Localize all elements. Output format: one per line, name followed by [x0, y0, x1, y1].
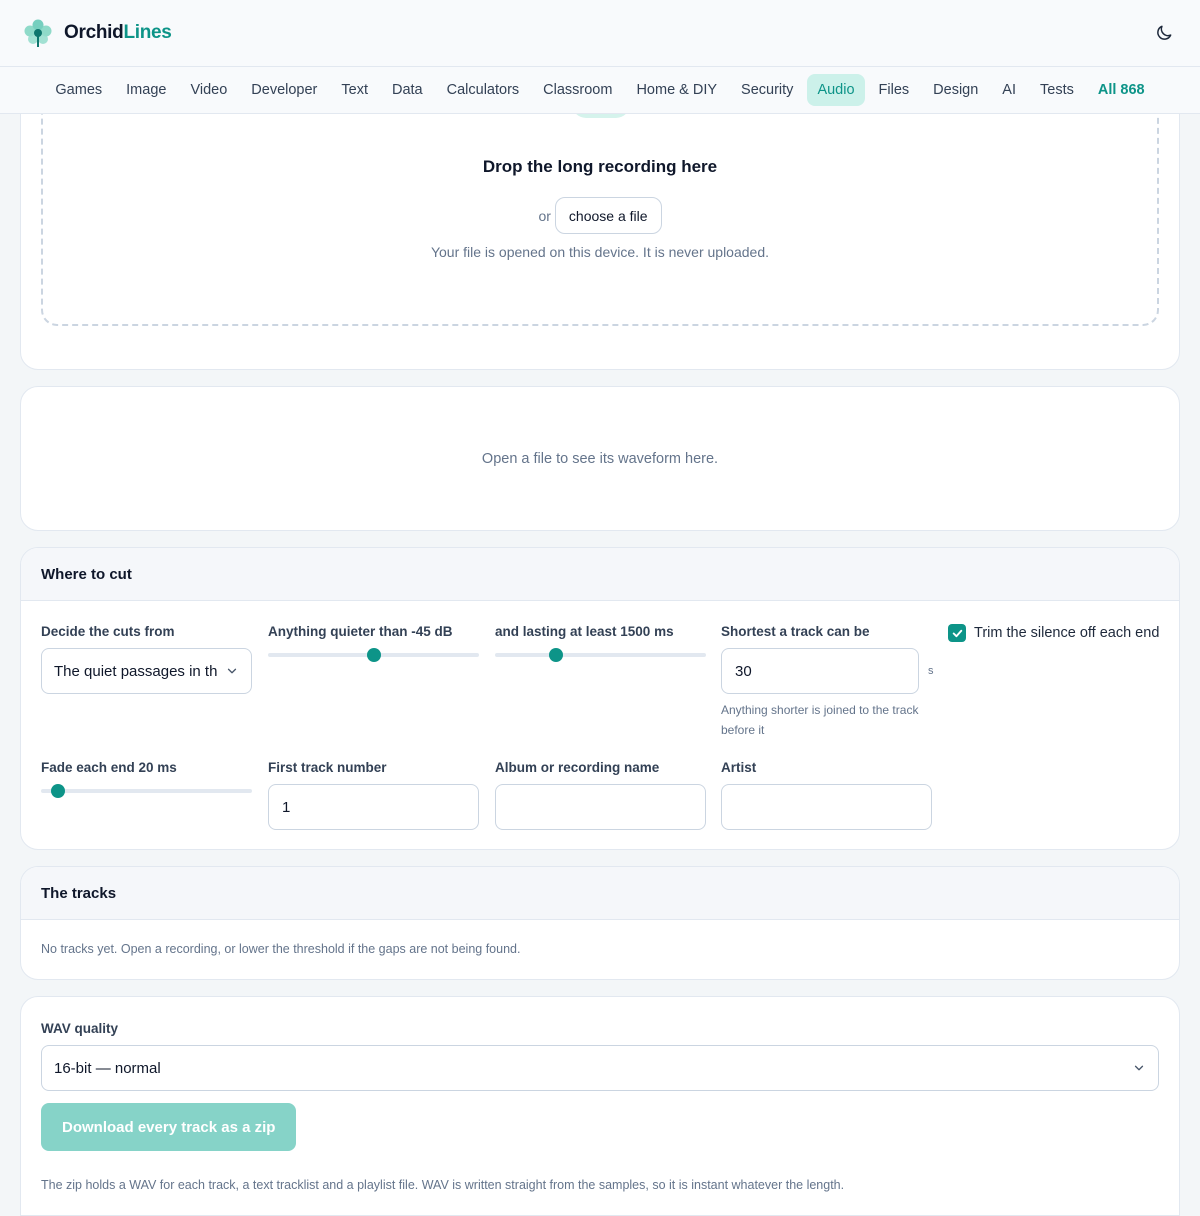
tracks-empty-text: No tracks yet. Open a recording, or lowe…	[41, 942, 521, 956]
nav-item-tests[interactable]: Tests	[1030, 74, 1084, 106]
chevron-down-icon	[227, 668, 237, 674]
nav-item-games[interactable]: Games	[45, 74, 112, 106]
moon-icon	[1157, 25, 1172, 40]
trim-checkbox[interactable]	[948, 624, 966, 642]
drop-choose-row: or choose a file	[538, 197, 662, 234]
nav-item-home-diy[interactable]: Home & DIY	[626, 74, 727, 106]
where-to-cut-card: Where to cut Decide the cuts from The qu…	[20, 547, 1180, 850]
nav-item-image[interactable]: Image	[116, 74, 176, 106]
category-nav: Games Image Video Developer Text Data Ca…	[0, 67, 1200, 114]
nav-item-design[interactable]: Design	[923, 74, 988, 106]
shortest-hint: Anything shorter is joined to the track …	[721, 703, 919, 737]
nav-item-ai[interactable]: AI	[992, 74, 1026, 106]
top-bar: OrchidLines	[0, 0, 1200, 67]
drop-title: Drop the long recording here	[482, 157, 718, 176]
brand-name-part2: Lines	[123, 22, 172, 43]
shortest-unit: s	[928, 665, 934, 677]
shortest-field: Shortest a track can be s Anything short…	[721, 624, 934, 740]
first-track-input[interactable]	[268, 784, 479, 830]
nav-item-files[interactable]: Files	[869, 74, 920, 106]
nav-item-video[interactable]: Video	[180, 74, 237, 106]
decide-select[interactable]: The quiet passages in the recording	[41, 648, 252, 694]
download-note: The zip holds a WAV for each track, a te…	[41, 1178, 845, 1192]
dropzone[interactable]: Drop the long recording here or choose a…	[41, 63, 1159, 326]
nav-item-all[interactable]: All 868	[1088, 74, 1155, 106]
wav-quality-select[interactable]: 16-bit — normal	[41, 1045, 1159, 1091]
theme-toggle-button[interactable]	[1150, 19, 1178, 47]
decide-label: Decide the cuts from	[41, 624, 175, 639]
duration-label: and lasting at least 1500 ms	[495, 624, 674, 639]
download-zip-button[interactable]: Download every track as a zip	[41, 1103, 297, 1151]
decide-select-value: The quiet passages in the recording	[54, 662, 217, 680]
fade-field: Fade each end 20 ms	[41, 760, 252, 799]
shortest-label: Shortest a track can be	[721, 624, 870, 639]
wav-quality-field: WAV quality 16-bit — normal	[41, 1021, 1159, 1091]
trim-field: Trim the silence off each end	[948, 624, 1163, 642]
orchid-logo-icon	[24, 19, 52, 47]
duration-slider-track	[495, 653, 706, 657]
chevron-down-icon	[1134, 1065, 1144, 1071]
trim-checkbox-row[interactable]: Trim the silence off each end	[948, 624, 1163, 642]
tracks-card: The tracks No tracks yet. Open a recordi…	[20, 866, 1180, 980]
shortest-input[interactable]	[721, 648, 919, 694]
choose-file-button[interactable]: choose a file	[554, 197, 662, 234]
album-field: Album or recording name	[495, 760, 706, 830]
where-to-cut-heading: Where to cut	[21, 548, 1179, 601]
fade-slider-track	[41, 789, 252, 793]
artist-label: Artist	[721, 760, 757, 775]
album-input[interactable]	[495, 784, 706, 830]
threshold-label: Anything quieter than -45 dB	[268, 624, 453, 639]
download-card: WAV quality 16-bit — normal Download eve…	[20, 996, 1180, 1216]
decide-field: Decide the cuts from The quiet passages …	[41, 624, 252, 694]
trim-label: Trim the silence off each end	[974, 625, 1160, 641]
duration-slider[interactable]	[495, 647, 706, 663]
artist-input[interactable]	[721, 784, 932, 830]
check-icon	[952, 629, 962, 637]
nav-item-calculators[interactable]: Calculators	[437, 74, 530, 106]
duration-slider-thumb[interactable]	[549, 648, 564, 662]
or-text: or	[538, 207, 551, 224]
nav-item-text[interactable]: Text	[331, 74, 378, 106]
waveform-empty-text: Open a file to see its waveform here.	[481, 450, 719, 467]
wav-quality-value: 16-bit — normal	[54, 1059, 161, 1077]
nav-item-security[interactable]: Security	[731, 74, 803, 106]
nav-item-data[interactable]: Data	[382, 74, 433, 106]
waveform-card: Open a file to see its waveform here.	[20, 386, 1180, 531]
album-label: Album or recording name	[495, 760, 660, 775]
brand-name-part1: Orchid	[64, 22, 124, 43]
duration-field: and lasting at least 1500 ms	[495, 624, 706, 663]
nav-item-developer[interactable]: Developer	[241, 74, 327, 106]
tracks-heading: The tracks	[21, 867, 1179, 920]
nav-item-classroom[interactable]: Classroom	[533, 74, 622, 106]
privacy-note: Your file is opened on this device. It i…	[430, 244, 770, 260]
fade-slider-thumb[interactable]	[50, 784, 65, 798]
nav-item-audio[interactable]: Audio	[807, 74, 865, 106]
first-track-field: First track number	[268, 760, 479, 830]
artist-field: Artist	[721, 760, 932, 830]
wav-quality-label: WAV quality	[41, 1021, 119, 1036]
fade-slider[interactable]	[41, 783, 252, 799]
fade-label: Fade each end 20 ms	[41, 760, 177, 775]
threshold-field: Anything quieter than -45 dB	[268, 624, 479, 663]
threshold-slider-thumb[interactable]	[366, 648, 381, 662]
brand-logo[interactable]: OrchidLines	[22, 17, 172, 49]
threshold-slider[interactable]	[268, 647, 479, 663]
first-track-label: First track number	[268, 760, 387, 775]
brand-name: OrchidLines	[64, 22, 172, 44]
